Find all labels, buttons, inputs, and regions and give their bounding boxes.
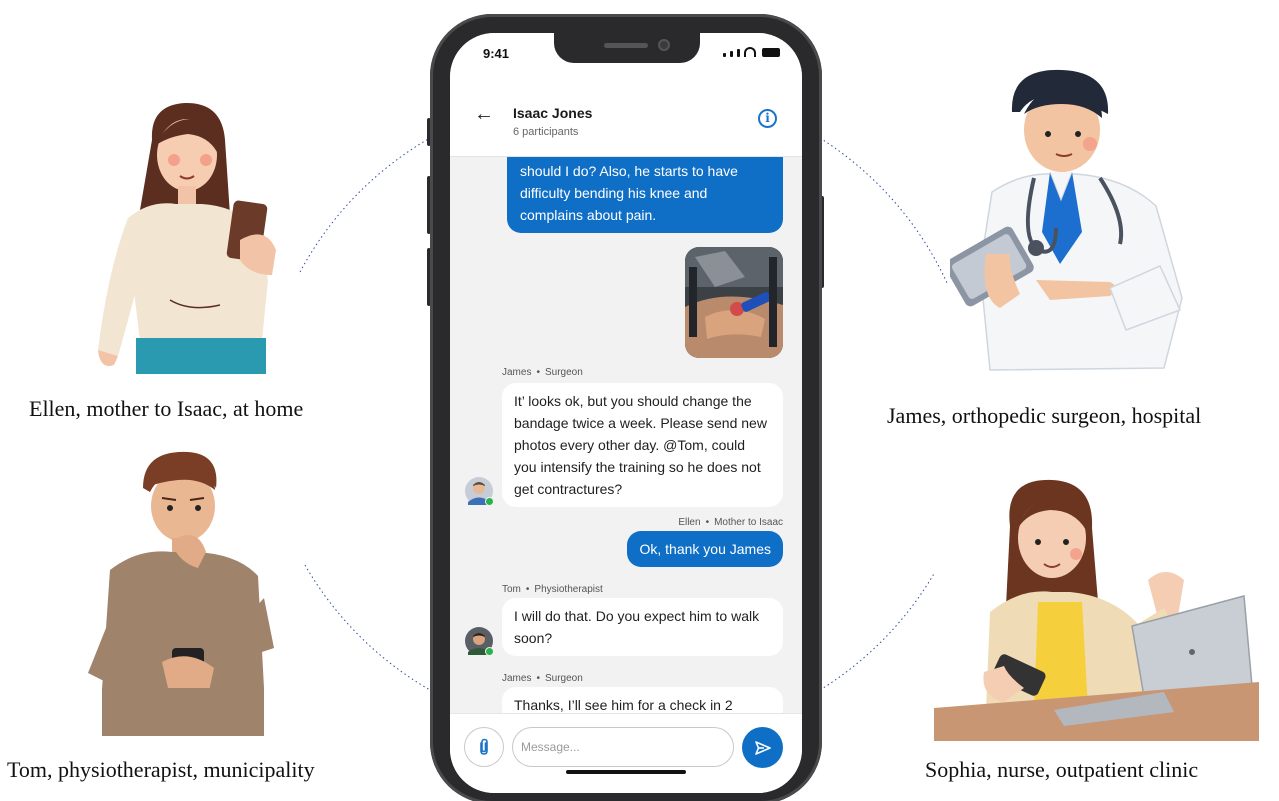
chat-header: ← Isaac Jones 6 participants i (450, 79, 802, 157)
meta-separator: • (705, 517, 710, 528)
signal-icon (723, 53, 726, 57)
message-text: I will do that. Do you expect him to wal… (514, 608, 760, 646)
message-text: should I do? Also, he starts to have dif… (520, 163, 738, 223)
tom-illustration (88, 451, 274, 736)
battery-icon (762, 48, 780, 57)
send-icon[interactable] (742, 727, 783, 768)
home-indicator (566, 770, 686, 774)
signal-bar (730, 51, 733, 57)
meta-separator: • (536, 367, 540, 378)
info-icon[interactable]: i (758, 109, 777, 128)
sophia-caption: Sophia, nurse, outpatient clinic (925, 757, 1199, 782)
message-outgoing: should I do? Also, he starts to have dif… (507, 157, 783, 233)
status-time: 9:41 (483, 46, 510, 61)
paperclip-icon[interactable] (464, 727, 504, 767)
meta-separator: • (525, 584, 530, 595)
sender-meta: Ellen • Mother to Isaac (678, 517, 783, 528)
chat-title: Isaac Jones (513, 105, 593, 121)
wound-photo-attachment[interactable] (685, 247, 783, 358)
chat-screen: 9:41 ← Isaac Jones 6 participants i shou… (450, 33, 802, 793)
message-text: It’ looks ok, but you should change the … (514, 393, 767, 497)
avatar[interactable] (465, 477, 494, 506)
signal-bar (737, 49, 740, 57)
sender-meta: Tom • Physiotherapist (502, 584, 603, 595)
message-incoming: Thanks, I’ll see him for a check in 2 (502, 687, 783, 713)
message-incoming: I will do that. Do you expect him to wal… (502, 598, 783, 656)
james-illustration (950, 69, 1183, 371)
meta-separator: • (536, 673, 540, 684)
message-incoming: It’ looks ok, but you should change the … (502, 383, 783, 507)
message-text: Thanks, I’ll see him for a check in 2 (514, 697, 733, 713)
phone-notch (554, 33, 700, 63)
message-input[interactable] (512, 727, 734, 767)
ellen-illustration (98, 102, 276, 374)
speaker-grille (604, 43, 648, 48)
sender-meta: James • Surgeon (502, 367, 583, 378)
message-composer (450, 713, 802, 793)
sender-role: Surgeon (544, 367, 583, 378)
status-icons (723, 47, 780, 57)
james-caption: James, orthopedic surgeon, hospital (887, 403, 1202, 428)
sender-role: Mother to Isaac (714, 517, 783, 528)
online-indicator (485, 497, 494, 506)
sender-name: James (502, 673, 532, 684)
ellen-caption: Ellen, mother to Isaac, at home (29, 396, 304, 421)
sophia-illustration (934, 479, 1259, 741)
sender-name: Tom (502, 584, 521, 595)
front-camera (658, 39, 670, 51)
sender-meta: James • Surgeon (502, 673, 583, 684)
phone-frame: 9:41 ← Isaac Jones 6 participants i shou… (430, 14, 822, 801)
sender-name: Ellen (678, 517, 701, 528)
sender-role: Surgeon (544, 673, 583, 684)
arrow-left-icon[interactable]: ← (474, 103, 494, 126)
online-indicator (485, 647, 494, 656)
message-list[interactable]: should I do? Also, he starts to have dif… (450, 157, 802, 713)
message-text: Ok, thank you James (639, 541, 771, 557)
wifi-icon (744, 47, 756, 57)
avatar[interactable] (465, 627, 494, 656)
sender-role: Physiotherapist (534, 584, 603, 595)
tom-caption: Tom, physiotherapist, municipality (7, 757, 315, 782)
participant-count[interactable]: 6 participants (513, 126, 578, 138)
sender-name: James (502, 367, 532, 378)
message-outgoing: Ok, thank you James (627, 531, 783, 567)
